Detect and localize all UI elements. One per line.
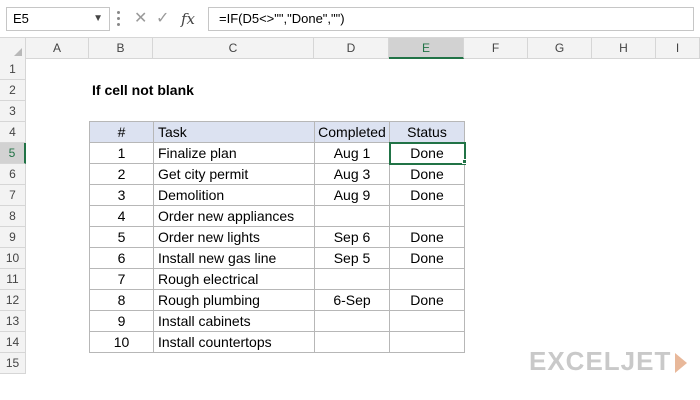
cell-completed[interactable] [314,310,390,332]
cell-num[interactable]: 2 [89,163,154,185]
cell-completed[interactable] [314,205,390,227]
exceljet-logo-icon [675,353,688,374]
formula-input[interactable]: =IF(D5<>"","Done","") [208,7,694,31]
cell-completed[interactable] [314,268,390,290]
row-header-3[interactable]: 3 [0,101,26,122]
row-header-11[interactable]: 11 [0,269,26,290]
cell-task[interactable]: Rough plumbing [153,289,315,311]
name-box-value: E5 [13,11,29,26]
column-headers: ABCDEFGHI [0,38,700,59]
row-header-10[interactable]: 10 [0,248,26,269]
column-header-h[interactable]: H [592,38,656,59]
cell-num[interactable]: 9 [89,310,154,332]
formula-bar: E5 ▼ ✕ ✓ fx =IF(D5<>"","Done","") [0,0,700,38]
cancel-icon[interactable]: ✕ [134,7,147,31]
sheet-title: If cell not blank [92,82,194,98]
row-header-8[interactable]: 8 [0,206,26,227]
row-header-2[interactable]: 2 [0,80,26,101]
cell-task[interactable]: Rough electrical [153,268,315,290]
cell-task[interactable]: Get city permit [153,163,315,185]
cell-completed[interactable]: Aug 1 [314,142,390,164]
cell-num[interactable]: 7 [89,268,154,290]
fill-handle[interactable] [462,159,467,164]
cell-status[interactable] [389,268,465,290]
table-header-row: # Task Completed Status [89,121,465,143]
row-header-5[interactable]: 5 [0,143,26,164]
table-row: 1 Finalize plan Aug 1 Done [89,141,466,165]
row-header-15[interactable]: 15 [0,353,26,374]
cell-num[interactable]: 6 [89,247,154,269]
cell-status[interactable]: Done [389,289,465,311]
task-table: # Task Completed Status 1 Finalize plan Au… [89,121,466,353]
cell-completed[interactable]: Sep 6 [314,226,390,248]
cell-status[interactable]: Done [388,141,466,165]
logo-text: EXCELJET [529,346,672,376]
grip-dots-icon [117,9,121,29]
row-header-6[interactable]: 6 [0,164,26,185]
column-header-i[interactable]: I [656,38,700,59]
cell-num[interactable]: 8 [89,289,154,311]
enter-icon[interactable]: ✓ [156,7,169,31]
cell-task[interactable]: Demolition [153,184,315,206]
column-header-c[interactable]: C [153,38,314,59]
column-header-a[interactable]: A [26,38,89,59]
cell-completed[interactable]: Aug 9 [314,184,390,206]
table-row: 3 Demolition Aug 9 Done [89,184,465,206]
table-row: 7 Rough electrical [89,268,465,290]
cell-num[interactable]: 5 [89,226,154,248]
column-header-b[interactable]: B [89,38,153,59]
table-row: 5 Order new lights Sep 6 Done [89,226,465,248]
column-header-e[interactable]: E [389,38,464,59]
row-header-14[interactable]: 14 [0,332,26,353]
select-all-button[interactable] [0,38,26,59]
table-row: 4 Order new appliances [89,205,465,227]
cell-status[interactable]: Done [389,247,465,269]
insert-function-icon[interactable]: fx [181,7,195,31]
cell-num[interactable]: 3 [89,184,154,206]
header-num[interactable]: # [89,121,154,143]
header-task[interactable]: Task [153,121,315,143]
cell-status[interactable]: Done [389,226,465,248]
cell-completed[interactable] [314,331,390,353]
column-header-d[interactable]: D [314,38,389,59]
row-header-12[interactable]: 12 [0,290,26,311]
cell-task[interactable]: Install countertops [153,331,315,353]
table-row: 6 Install new gas line Sep 5 Done [89,247,465,269]
cell-status[interactable] [389,205,465,227]
cell-completed[interactable]: Sep 5 [314,247,390,269]
cell-num[interactable]: 10 [89,331,154,353]
cell-task[interactable]: Install new gas line [153,247,315,269]
table-row: 9 Install cabinets [89,310,465,332]
cell-status[interactable]: Done [389,184,465,206]
cell-completed[interactable]: 6-Sep [314,289,390,311]
table-row: 2 Get city permit Aug 3 Done [89,163,465,185]
cell-status[interactable] [389,310,465,332]
table-row: 8 Rough plumbing 6-Sep Done [89,289,465,311]
cell-num[interactable]: 1 [89,142,154,164]
row-header-4[interactable]: 4 [0,122,26,143]
header-status[interactable]: Status [389,121,465,143]
row-header-9[interactable]: 9 [0,227,26,248]
cell-status[interactable]: Done [389,163,465,185]
cell-task[interactable]: Install cabinets [153,310,315,332]
exceljet-logo: EXCELJET [529,346,688,376]
formula-actions: ✕ ✓ fx [128,7,204,31]
table-row: 10 Install countertops [89,331,465,353]
chevron-down-icon[interactable]: ▼ [93,8,103,30]
column-header-g[interactable]: G [528,38,592,59]
name-box[interactable]: E5 ▼ [6,7,110,31]
cell-task[interactable]: Order new appliances [153,205,315,227]
row-header-7[interactable]: 7 [0,185,26,206]
row-header-1[interactable]: 1 [0,59,26,80]
cell-status[interactable] [389,331,465,353]
header-completed[interactable]: Completed [314,121,390,143]
cell-task[interactable]: Order new lights [153,226,315,248]
column-header-f[interactable]: F [464,38,528,59]
row-header-13[interactable]: 13 [0,311,26,332]
cell-task[interactable]: Finalize plan [153,142,315,164]
cell-completed[interactable]: Aug 3 [314,163,390,185]
cell-num[interactable]: 4 [89,205,154,227]
